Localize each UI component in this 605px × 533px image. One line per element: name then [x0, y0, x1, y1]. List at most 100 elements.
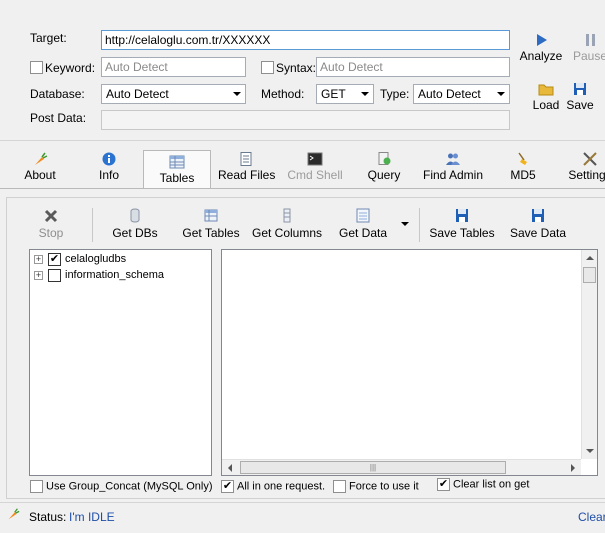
data-sheet-icon — [356, 208, 370, 223]
tab-read-files-label: Read Files — [218, 168, 276, 182]
clear-list-checkbox[interactable]: ✔ — [437, 478, 450, 491]
tab-about-label: About — [24, 168, 56, 182]
status-label: Status: — [29, 510, 67, 524]
all-in-one-label: All in one request. — [237, 480, 326, 493]
scroll-down-icon[interactable] — [586, 449, 594, 453]
type-select[interactable]: Auto Detect — [413, 84, 510, 104]
users-icon — [446, 153, 460, 165]
type-select-value: Auto Detect — [418, 87, 481, 101]
target-url-input[interactable]: http://celaloglu.com.tr/XXXXXX — [101, 30, 510, 50]
tab-md5[interactable]: MD5 — [506, 148, 540, 188]
chevron-down-icon — [497, 92, 505, 96]
clear-list-option[interactable]: ✔ Clear list on get — [437, 478, 529, 491]
chevron-down-icon — [361, 92, 369, 96]
tab-settings[interactable]: Settings — [566, 148, 605, 188]
tab-query[interactable]: Query — [366, 148, 402, 188]
save-data-label: Save Data — [509, 226, 567, 240]
get-data-button[interactable]: Get Data — [336, 206, 390, 246]
expand-icon[interactable]: + — [34, 255, 43, 264]
data-grid[interactable]: ||| — [221, 249, 598, 476]
floppy-disk-icon — [532, 209, 544, 222]
tab-cmd-shell[interactable]: Cmd Shell — [286, 148, 344, 188]
target-label: Target: — [30, 31, 67, 45]
table-icon — [204, 209, 218, 222]
tree-node-checkbox[interactable] — [48, 269, 61, 282]
all-in-one-checkbox[interactable]: ✔ — [221, 480, 234, 493]
get-tables-button[interactable]: Get Tables — [180, 206, 242, 246]
tab-read-files[interactable]: Read Files — [218, 148, 276, 188]
keyword-checkbox[interactable] — [30, 61, 43, 74]
expand-icon[interactable]: + — [34, 271, 43, 280]
folder-icon — [538, 84, 554, 96]
vertical-scrollbar[interactable] — [581, 250, 597, 459]
group-concat-option[interactable]: Use Group_Concat (MySQL Only) — [30, 480, 212, 493]
type-label: Type: — [380, 87, 410, 101]
tab-info-label: Info — [98, 168, 119, 182]
tree-node-checkbox[interactable]: ✔ — [48, 253, 61, 266]
post-data-input[interactable] — [101, 110, 510, 130]
get-tables-label: Get Tables — [182, 226, 240, 240]
save-label: Save — [566, 98, 594, 112]
tab-md5-label: MD5 — [510, 168, 536, 182]
syntax-label: Syntax: — [276, 61, 317, 75]
tab-find-admin-label: Find Admin — [422, 168, 484, 182]
scroll-up-icon[interactable] — [586, 256, 594, 260]
analyze-button[interactable]: Analyze — [518, 33, 564, 63]
all-in-one-option[interactable]: ✔ All in one request. — [221, 480, 325, 493]
tab-query-label: Query — [367, 168, 401, 182]
pause-button[interactable]: Pause — [570, 33, 605, 63]
tab-about[interactable]: About — [18, 148, 62, 188]
save-data-button[interactable]: Save Data — [508, 206, 568, 246]
pause-icon — [586, 34, 595, 46]
get-data-dropdown-icon[interactable] — [401, 222, 409, 226]
carrot-icon — [35, 152, 48, 165]
horizontal-scroll-thumb[interactable]: ||| — [240, 461, 506, 474]
method-select[interactable]: GET — [316, 84, 374, 104]
group-concat-checkbox[interactable] — [30, 480, 43, 493]
query-icon — [378, 152, 391, 165]
save-tables-button[interactable]: Save Tables — [428, 206, 496, 246]
table-icon — [169, 155, 185, 169]
database-label: Database: — [30, 87, 85, 101]
get-columns-button[interactable]: Get Columns — [250, 206, 324, 246]
database-tree[interactable]: + ✔ celalogludbs + information_schema — [29, 249, 212, 476]
horizontal-scrollbar[interactable]: ||| — [222, 459, 581, 475]
database-icon — [130, 208, 140, 223]
database-select[interactable]: Auto Detect — [101, 84, 246, 104]
tab-info[interactable]: Info — [92, 148, 126, 188]
divider — [0, 140, 605, 141]
tab-tables[interactable]: Tables — [143, 150, 211, 188]
save-button[interactable]: Save — [565, 82, 595, 112]
status-value: I'm IDLE — [69, 510, 115, 524]
load-button[interactable]: Load — [530, 82, 562, 112]
vertical-scroll-thumb[interactable] — [583, 267, 596, 283]
scroll-left-icon[interactable] — [228, 464, 232, 472]
syntax-input[interactable]: Auto Detect — [316, 57, 510, 77]
clear-status-link[interactable]: Clear — [578, 510, 605, 524]
post-data-label: Post Data: — [30, 111, 87, 125]
floppy-disk-icon — [574, 83, 586, 95]
keyword-input[interactable]: Auto Detect — [101, 57, 246, 77]
group-concat-label: Use Group_Concat (MySQL Only) — [46, 480, 213, 493]
tools-icon — [583, 152, 597, 166]
tab-cmd-shell-label: Cmd Shell — [287, 168, 343, 182]
play-icon — [537, 34, 547, 46]
analyze-label: Analyze — [519, 49, 563, 63]
force-use-checkbox[interactable] — [333, 480, 346, 493]
columns-icon — [283, 208, 291, 223]
get-columns-label: Get Columns — [251, 226, 323, 240]
stop-button[interactable]: Stop — [36, 206, 66, 246]
get-dbs-button[interactable]: Get DBs — [110, 206, 160, 246]
carrot-icon — [8, 508, 20, 520]
force-use-option[interactable]: Force to use it — [333, 480, 419, 493]
force-use-label: Force to use it — [349, 480, 419, 493]
get-dbs-label: Get DBs — [112, 226, 158, 240]
clear-list-label: Clear list on get — [453, 478, 530, 491]
tab-find-admin[interactable]: Find Admin — [420, 148, 486, 188]
database-select-value: Auto Detect — [106, 87, 169, 101]
tree-node-label: information_schema — [65, 269, 165, 281]
broom-icon — [518, 152, 527, 165]
scroll-right-icon[interactable] — [571, 464, 575, 472]
keyword-label: Keyword: — [45, 61, 96, 75]
syntax-checkbox[interactable] — [261, 61, 274, 74]
